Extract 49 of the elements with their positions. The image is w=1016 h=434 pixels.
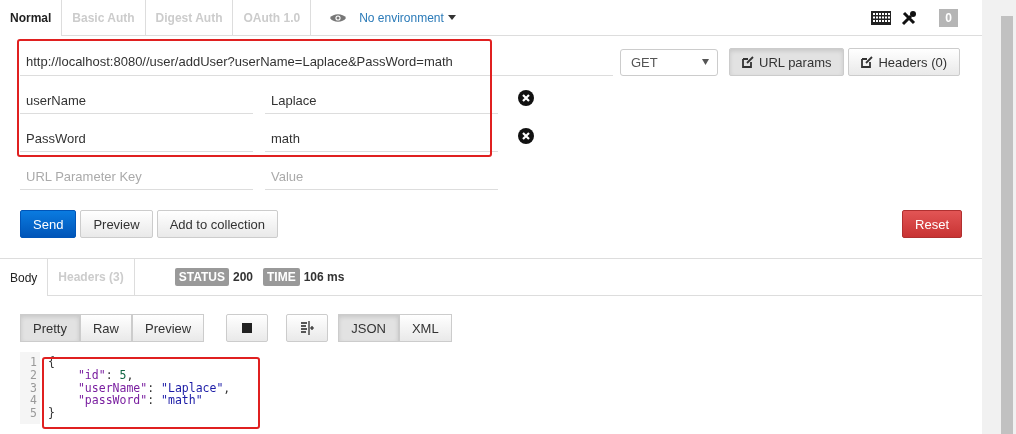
code-line: } bbox=[47, 407, 56, 420]
tools-icon[interactable] bbox=[901, 9, 918, 26]
fullscreen-button[interactable] bbox=[226, 314, 269, 342]
param-key-field[interactable]: URL Parameter Key bbox=[20, 163, 253, 190]
line-number: 5 bbox=[30, 407, 37, 420]
status-label: STATUS bbox=[174, 268, 229, 286]
param-value-field[interactable]: math bbox=[265, 125, 498, 152]
view-toggle[interactable]: Pretty bbox=[20, 314, 80, 342]
format-toggle[interactable]: JSON bbox=[338, 314, 399, 342]
response-tab[interactable]: Body bbox=[0, 259, 49, 296]
environment-dropdown[interactable]: No environment bbox=[359, 10, 444, 25]
keyboard-icon[interactable] bbox=[871, 10, 892, 25]
param-key-field[interactable]: PassWord bbox=[20, 125, 253, 152]
url-params-button[interactable]: URL params bbox=[729, 48, 845, 76]
send-button[interactable]: Send bbox=[20, 210, 77, 238]
delete-icon[interactable] bbox=[518, 128, 534, 144]
wrap-button[interactable] bbox=[286, 314, 329, 342]
line-number: 3 bbox=[30, 381, 37, 395]
auth-tab[interactable]: Normal bbox=[0, 0, 63, 36]
method-select[interactable]: GET bbox=[620, 48, 718, 76]
line-number: 4 bbox=[30, 394, 37, 408]
caret-icon bbox=[702, 59, 709, 65]
action-button[interactable]: Add to collection bbox=[156, 210, 279, 238]
eye-icon[interactable] bbox=[329, 11, 348, 24]
code-line: "id": 5, bbox=[76, 368, 135, 382]
reset-button[interactable]: Reset bbox=[902, 210, 962, 238]
status-code: 200 bbox=[232, 270, 253, 284]
code-line: "passWord": "math" bbox=[76, 394, 203, 408]
line-number: 2 bbox=[30, 368, 37, 382]
code-line: "userName": "Laplace", bbox=[76, 381, 231, 395]
caret-icon bbox=[447, 15, 456, 20]
param-value-field[interactable]: Value bbox=[265, 163, 498, 190]
edit-icon bbox=[861, 56, 874, 68]
line-number: 1 bbox=[30, 356, 37, 369]
action-button[interactable]: Preview bbox=[80, 210, 153, 238]
delete-icon[interactable] bbox=[518, 90, 534, 106]
headers-button[interactable]: Headers (0) bbox=[848, 48, 961, 76]
square-icon bbox=[241, 322, 254, 334]
view-toggle[interactable]: Preview bbox=[132, 314, 205, 342]
url-field[interactable]: http://localhost:8080//user/addUser?userName=Laplace&PassWord=math bbox=[20, 48, 613, 76]
param-value-field[interactable]: Laplace bbox=[265, 87, 498, 114]
response-time: 106 ms bbox=[303, 270, 345, 284]
edit-icon bbox=[742, 56, 754, 68]
scrollbar[interactable] bbox=[1001, 16, 1013, 434]
time-label: TIME bbox=[263, 268, 300, 286]
wrap-lines-icon bbox=[300, 321, 315, 335]
format-toggle[interactable]: XML bbox=[398, 314, 452, 342]
view-toggle[interactable]: Raw bbox=[79, 314, 132, 342]
param-key-field[interactable]: userName bbox=[20, 87, 253, 114]
